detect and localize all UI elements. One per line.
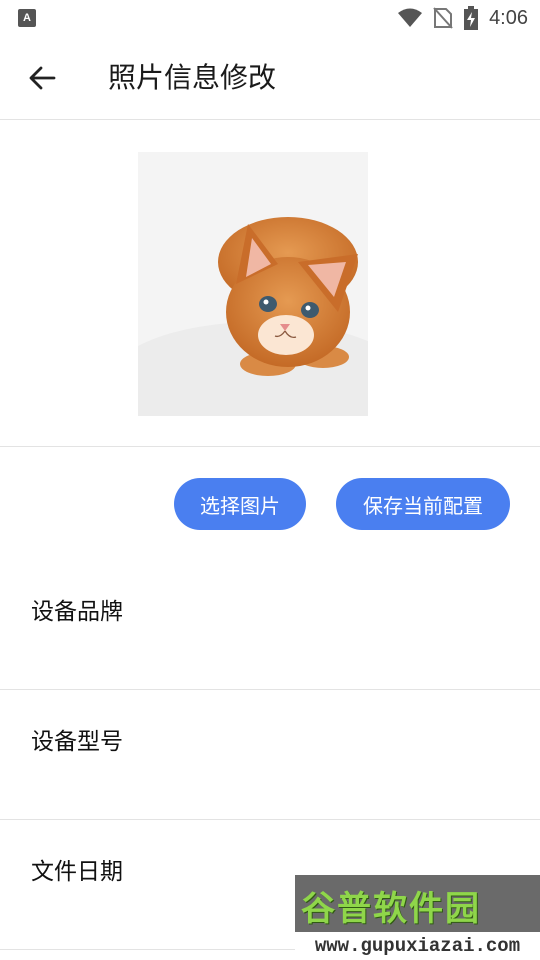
field-device-brand[interactable]: 设备品牌 bbox=[0, 560, 540, 690]
app-notification-icon: A bbox=[18, 9, 36, 27]
toolbar: 照片信息修改 bbox=[0, 36, 540, 120]
watermark: 谷普软件园 www.gupuxiazai.com bbox=[295, 875, 540, 960]
back-button[interactable] bbox=[22, 58, 62, 98]
status-icons: 4:06 bbox=[397, 4, 528, 32]
status-time: 4:06 bbox=[489, 6, 528, 29]
watermark-brand: 谷普软件园 bbox=[301, 889, 481, 929]
arrow-left-icon bbox=[29, 66, 56, 90]
status-bar: A 4:06 bbox=[0, 0, 540, 36]
page-title: 照片信息修改 bbox=[108, 61, 277, 94]
field-label: 设备型号 bbox=[31, 729, 123, 755]
field-label: 文件日期 bbox=[31, 859, 123, 885]
battery-charging-icon bbox=[464, 6, 479, 30]
save-config-button[interactable]: 保存当前配置 bbox=[336, 478, 510, 530]
photo-preview[interactable] bbox=[138, 152, 368, 416]
watermark-url: www.gupuxiazai.com bbox=[295, 932, 540, 960]
field-label: 设备品牌 bbox=[31, 599, 123, 625]
wifi-icon bbox=[398, 8, 423, 27]
photo-area bbox=[0, 121, 540, 447]
no-sim-icon bbox=[433, 7, 453, 29]
cat-photo bbox=[138, 152, 368, 416]
select-image-button[interactable]: 选择图片 bbox=[174, 478, 306, 530]
field-device-model[interactable]: 设备型号 bbox=[0, 690, 540, 820]
